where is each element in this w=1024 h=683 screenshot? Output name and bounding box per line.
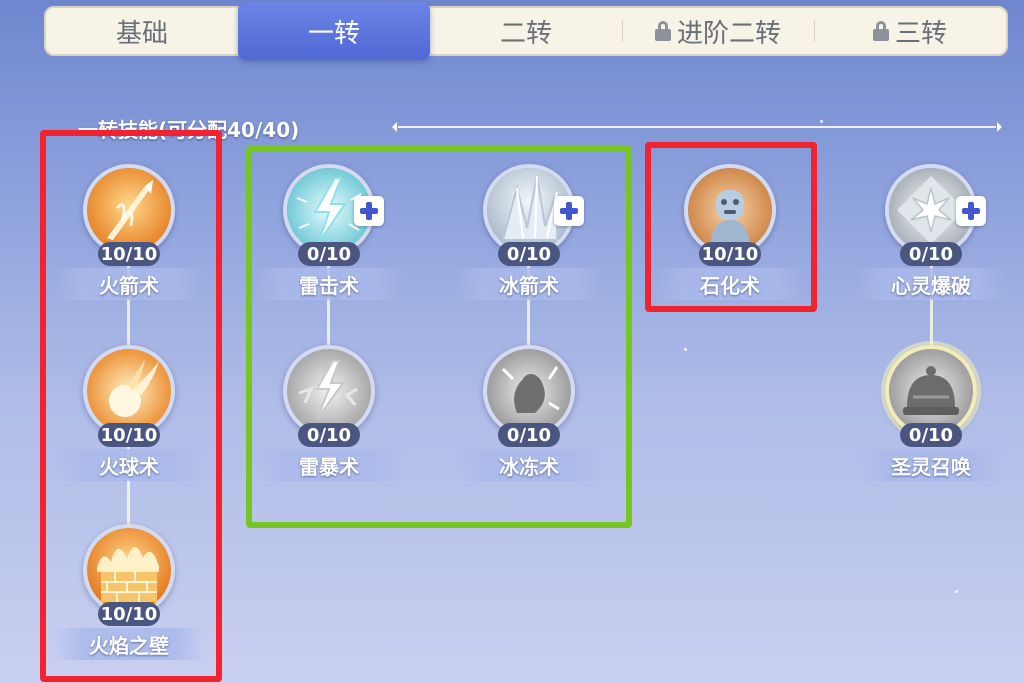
tab-label: 一转 xyxy=(307,18,360,49)
tab-label: 进阶二转 xyxy=(676,18,781,49)
skill-level: 0/10 xyxy=(900,242,962,266)
skill-level: 0/10 xyxy=(900,423,962,447)
tab-first-job[interactable]: 一转 xyxy=(238,2,430,60)
background-star xyxy=(820,120,823,123)
tab-basic[interactable]: 基础 xyxy=(46,8,238,54)
tab-label: 基础 xyxy=(115,18,168,49)
add-point-button[interactable] xyxy=(956,196,986,226)
background-star xyxy=(955,590,958,593)
annotation-box-green xyxy=(246,146,632,528)
lock-icon xyxy=(654,21,671,41)
tab-advanced-second-job[interactable]: 进阶二转 xyxy=(622,8,814,54)
tab-label: 三转 xyxy=(894,18,947,49)
background-star xyxy=(684,348,687,351)
header-divider xyxy=(392,122,1002,132)
tab-third-job[interactable]: 三转 xyxy=(814,8,1006,54)
tab-bar: 基础 一转 二转 进阶二转 三转 xyxy=(44,2,1008,60)
annotation-box-red xyxy=(645,142,817,312)
lock-icon xyxy=(872,21,889,41)
tab-label: 二转 xyxy=(499,18,552,49)
tab-second-job[interactable]: 二转 xyxy=(430,8,622,54)
skill-name: 心灵爆破 xyxy=(856,268,1006,300)
annotation-box-red xyxy=(40,130,222,682)
skill-name: 圣灵召唤 xyxy=(856,449,1006,481)
skill-mind-blast[interactable]: 0/10 心灵爆破 xyxy=(856,164,1006,314)
skill-holy-summon[interactable]: 0/10 圣灵召唤 xyxy=(856,345,1006,495)
